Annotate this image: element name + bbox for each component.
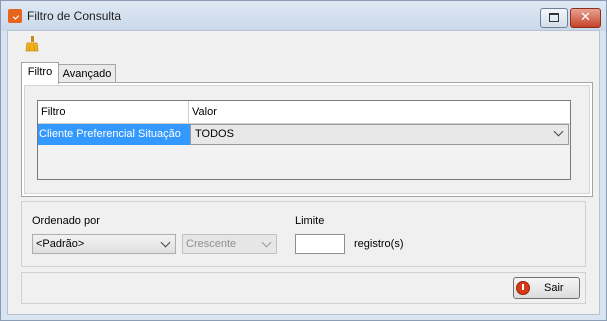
restore-button[interactable] bbox=[540, 8, 568, 28]
app-icon bbox=[8, 9, 22, 23]
filter-value-text: TODOS bbox=[195, 128, 234, 140]
close-button[interactable]: ✕ bbox=[570, 8, 601, 28]
filter-value-select[interactable]: TODOS bbox=[190, 124, 569, 145]
order-direction-value: Crescente bbox=[186, 238, 237, 250]
order-direction-select[interactable]: Crescente bbox=[182, 234, 277, 254]
filter-panel: Filtro Valor Cliente Preferencial Situaç… bbox=[24, 85, 590, 194]
title-bar[interactable]: Filtro de Consulta ✕ bbox=[1, 1, 606, 31]
chevron-down-icon bbox=[261, 237, 272, 248]
filter-grid: Filtro Valor Cliente Preferencial Situaç… bbox=[37, 100, 571, 180]
restore-icon bbox=[549, 13, 559, 22]
filter-name-cell[interactable]: Cliente Preferencial Situação bbox=[38, 124, 190, 145]
clear-filter-icon[interactable] bbox=[25, 36, 39, 52]
power-icon bbox=[516, 281, 530, 295]
ordering-label: Ordenado por bbox=[32, 215, 100, 227]
column-header-valor[interactable]: Valor bbox=[189, 101, 568, 123]
column-header-filtro[interactable]: Filtro bbox=[38, 101, 189, 123]
window-title: Filtro de Consulta bbox=[27, 9, 122, 23]
table-row[interactable]: Cliente Preferencial Situação TODOS bbox=[38, 124, 570, 145]
limit-input[interactable] bbox=[295, 234, 345, 254]
chevron-down-icon bbox=[553, 126, 564, 137]
order-field-select[interactable]: <Padrão> bbox=[32, 234, 176, 254]
chevron-down-icon bbox=[160, 237, 171, 248]
button-bar bbox=[21, 272, 586, 304]
exit-button-label: Sair bbox=[544, 282, 564, 294]
limit-unit-label: registro(s) bbox=[354, 238, 404, 250]
tab-panel-filtro: Filtro Valor Cliente Preferencial Situaç… bbox=[21, 82, 593, 197]
tab-avancado[interactable]: Avançado bbox=[58, 64, 116, 83]
limit-label: Limite bbox=[295, 215, 325, 227]
grid-header: Filtro Valor bbox=[38, 101, 570, 124]
tab-filtro[interactable]: Filtro bbox=[21, 62, 59, 84]
close-icon: ✕ bbox=[580, 10, 591, 25]
order-field-value: <Padrão> bbox=[36, 238, 85, 250]
